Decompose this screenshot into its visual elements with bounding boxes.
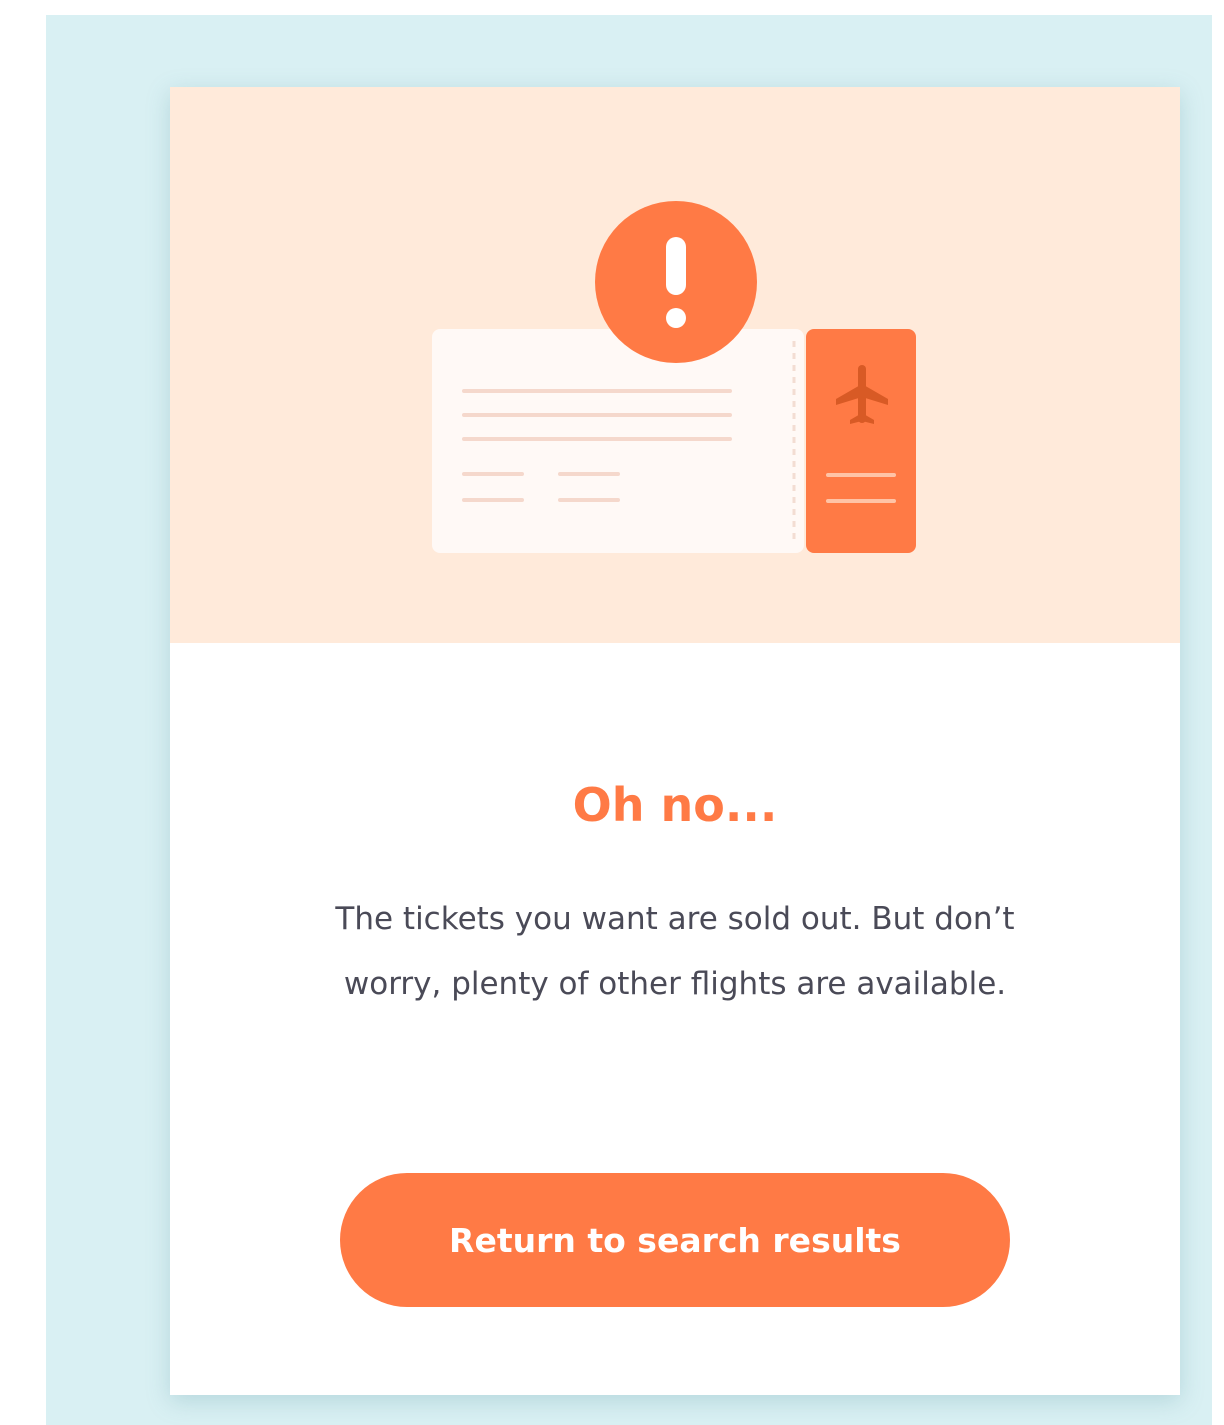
page-backdrop: Oh no... The tickets you want are sold o… bbox=[46, 15, 1212, 1425]
dialog-content: Oh no... The tickets you want are sold o… bbox=[170, 643, 1180, 1395]
ticket-illustration bbox=[432, 201, 916, 553]
dialog-hero bbox=[170, 87, 1180, 643]
alert-icon bbox=[595, 201, 757, 363]
ticket-stub bbox=[806, 329, 916, 553]
sold-out-dialog: Oh no... The tickets you want are sold o… bbox=[170, 87, 1180, 1395]
return-to-search-results-button[interactable]: Return to search results bbox=[340, 1173, 1010, 1307]
dialog-title: Oh no... bbox=[572, 778, 778, 832]
dialog-message: The tickets you want are sold out. But d… bbox=[335, 901, 1015, 1002]
